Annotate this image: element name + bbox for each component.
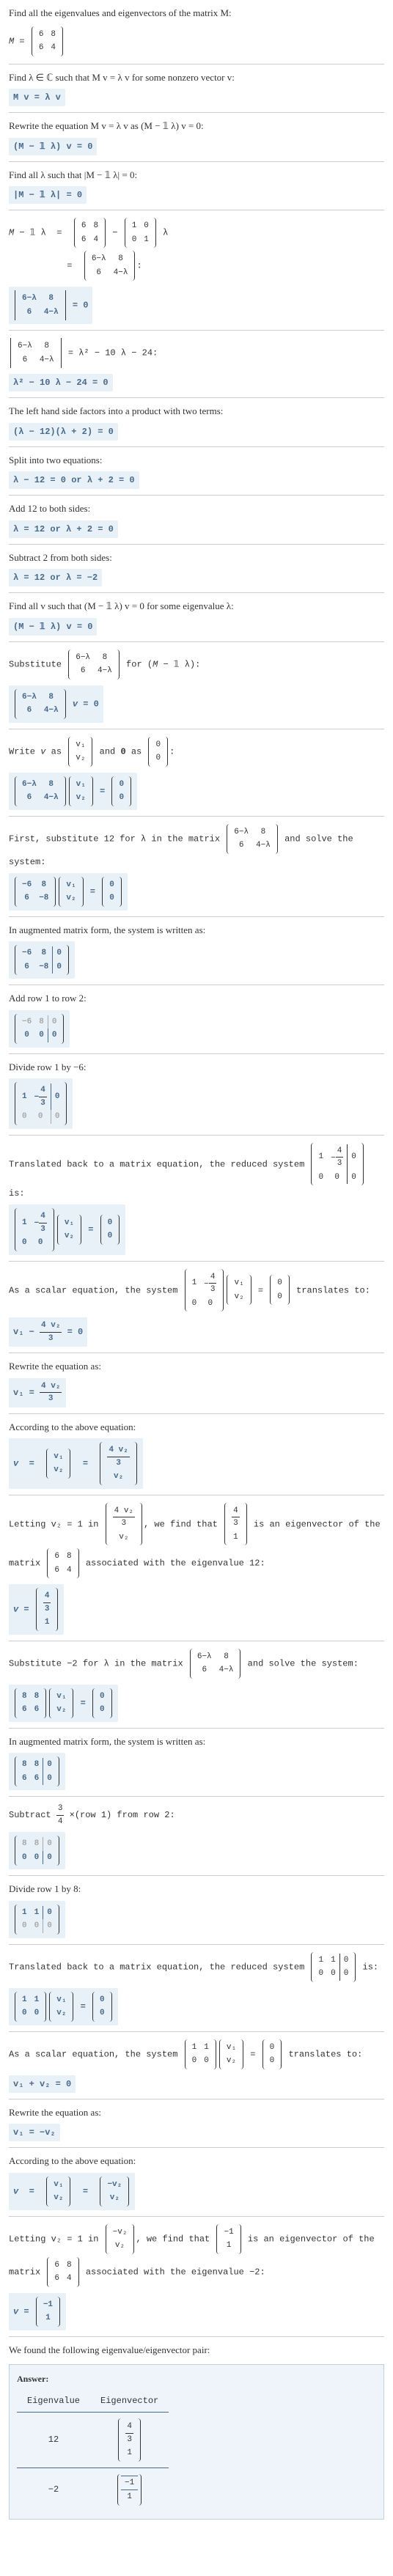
step-text: Find all the eigenvalues and eigenvector… [9,6,384,21]
answer-box: Answer: Eigenvalue Eigenvector 12 431 −2… [9,2364,384,2520]
step-result: v₁ + v₂ = 0 [9,2075,76,2093]
divider [9,1261,384,1262]
step-text: According to the above equation: [9,2154,384,2168]
step-text: Rewrite the equation as: [9,2105,384,2120]
table-row: −2 −11 [17,2468,169,2511]
divider [9,1413,384,1414]
divider [9,161,384,162]
step-result: v = 431 [9,1584,64,1635]
step-result: λ² − 10 λ − 24 = 0 [9,374,113,391]
step-result: 110000 [9,1901,65,1938]
step-result: 6−λ864−λ = 0 [9,287,92,324]
divider [9,1875,384,1876]
divider [9,592,384,593]
divider [9,1944,384,1945]
step-text: Write v as v₁v₂ and 0 as 00: [9,735,384,768]
matrix-M: M = 6864 [9,25,384,58]
step-result: M v = λ v [9,89,65,106]
step-text: The left hand side factors into a produc… [9,404,384,419]
step-text: As a scalar equation, the system 1−4300v… [9,1267,384,1314]
answer-table: Eigenvalue Eigenvector 12 431 −2 −11 [17,2390,169,2511]
eigenvalue-cell: −2 [17,2468,90,2511]
divider [9,1796,384,1797]
step-result: 8866v₁v₂ = 00 [9,1685,118,1722]
divider [9,1053,384,1054]
step-text: Substitute 6−λ864−λ for (M − 𝟙 λ): [9,648,384,681]
divider [9,2216,384,2217]
step-result: 6−λ864−λv₁v₂ = 00 [9,773,137,810]
step-result: (M − 𝟙 λ) v = 0 [9,138,97,155]
eigenvector-cell: 431 [90,2413,169,2468]
step-result: (M − 𝟙 λ) v = 0 [9,618,97,636]
step-text: Subtract 2 from both sides: [9,551,384,565]
divider [9,2099,384,2100]
col-eigenvector: Eigenvector [90,2390,169,2413]
step-text: Find λ ∈ ℂ such that M v = λ v for some … [9,70,384,85]
step-result: 1100v₁v₂ = 00 [9,1988,118,2025]
step-text: Letting v₂ = 1 in −v₂v₂, we find that −1… [9,2223,384,2289]
step-text: In augmented matrix form, the system is … [9,923,384,938]
step-text: Translated back to a matrix equation, th… [9,1141,384,1201]
step-text: In augmented matrix form, the system is … [9,1734,384,1749]
divider [9,330,384,331]
step-text: Translated back to a matrix equation, th… [9,1951,384,1984]
divider [9,2031,384,2032]
step-result: v = v₁v₂ = −v₂v₂ [9,2173,135,2210]
table-row: 12 431 [17,2413,169,2468]
step-text: Letting v₂ = 1 in 4 v₂3v₂, we find that … [9,1501,384,1580]
step-result: (λ − 12)(λ + 2) = 0 [9,423,118,441]
divider [9,816,384,817]
step-text: Add row 1 to row 2: [9,991,384,1006]
divider [9,2147,384,2148]
divider [9,2336,384,2337]
divider [9,64,384,65]
eigenvector-cell: −11 [90,2468,169,2511]
step-text: According to the above equation: [9,1420,384,1435]
eigenvalue-cell: 12 [17,2413,90,2468]
step-result: λ = 12 or λ = −2 [9,569,102,586]
step-text: Find all v such that (M − 𝟙 λ) v = 0 for… [9,599,384,614]
step-result: v₁ − 4 v₂3 = 0 [9,1317,87,1347]
divider [9,544,384,545]
step-result: λ = 12 or λ + 2 = 0 [9,520,118,538]
step-result: 6−λ864−λ v = 0 [9,685,103,723]
step-text: Subtract 34 ×(row 1) from row 2: [9,1803,384,1828]
divider [9,916,384,917]
step-result: v₁ = −v₂ [9,2124,60,2141]
step-text: We found the following eigenvalue/eigenv… [9,2343,384,2358]
step-result: 1−430000 [9,1078,73,1129]
step-result: v₁ = 4 v₂3 [9,1378,66,1407]
step-text: Rewrite the equation M v = λ v as (M − 𝟙… [9,119,384,133]
divider [9,446,384,447]
step-text: First, substitute 12 for λ in the matrix… [9,823,384,869]
step-result: |M − 𝟙 λ| = 0 [9,186,87,204]
step-result: 1−4300v₁v₂ = 00 [9,1204,125,1255]
divider [9,495,384,496]
step-text: Find all λ such that |M − 𝟙 λ| = 0: [9,168,384,183]
step-text: Split into two equations: [9,453,384,468]
step-result: 880000 [9,1832,65,1869]
step-result: −6806−80 [9,941,75,979]
step-text: Add 12 to both sides: [9,501,384,516]
step-text: Substitute −2 for λ in the matrix 6−λ864… [9,1647,384,1680]
col-eigenvalue: Eigenvalue [17,2390,90,2413]
step-text: Divide row 1 by −6: [9,1060,384,1075]
step-result: −680000 [9,1010,70,1048]
answer-title: Answer: [17,2372,376,2385]
step-result: 880660 [9,1753,65,1790]
step-result: v = −11 [9,2293,66,2330]
divider [9,397,384,398]
derivation: M − 𝟙 λ = 6864 − 1001 λ = 6−λ864−λ: [9,216,384,282]
step-text: Rewrite the equation as: [9,1359,384,1374]
divider [9,1135,384,1136]
derivation: 6−λ864−λ = λ² − 10 λ − 24: [9,336,384,369]
step-text: As a scalar equation, the system 1100v₁v… [9,2038,384,2071]
divider [9,1728,384,1729]
step-result: λ − 12 = 0 or λ + 2 = 0 [9,471,139,489]
step-result: v = v₁v₂ = 4 v₂3v₂ [9,1438,143,1489]
divider [9,641,384,642]
divider [9,112,384,113]
step-result: −686−8v₁v₂ = 00 [9,873,128,910]
step-text: Divide row 1 by 8: [9,1882,384,1896]
